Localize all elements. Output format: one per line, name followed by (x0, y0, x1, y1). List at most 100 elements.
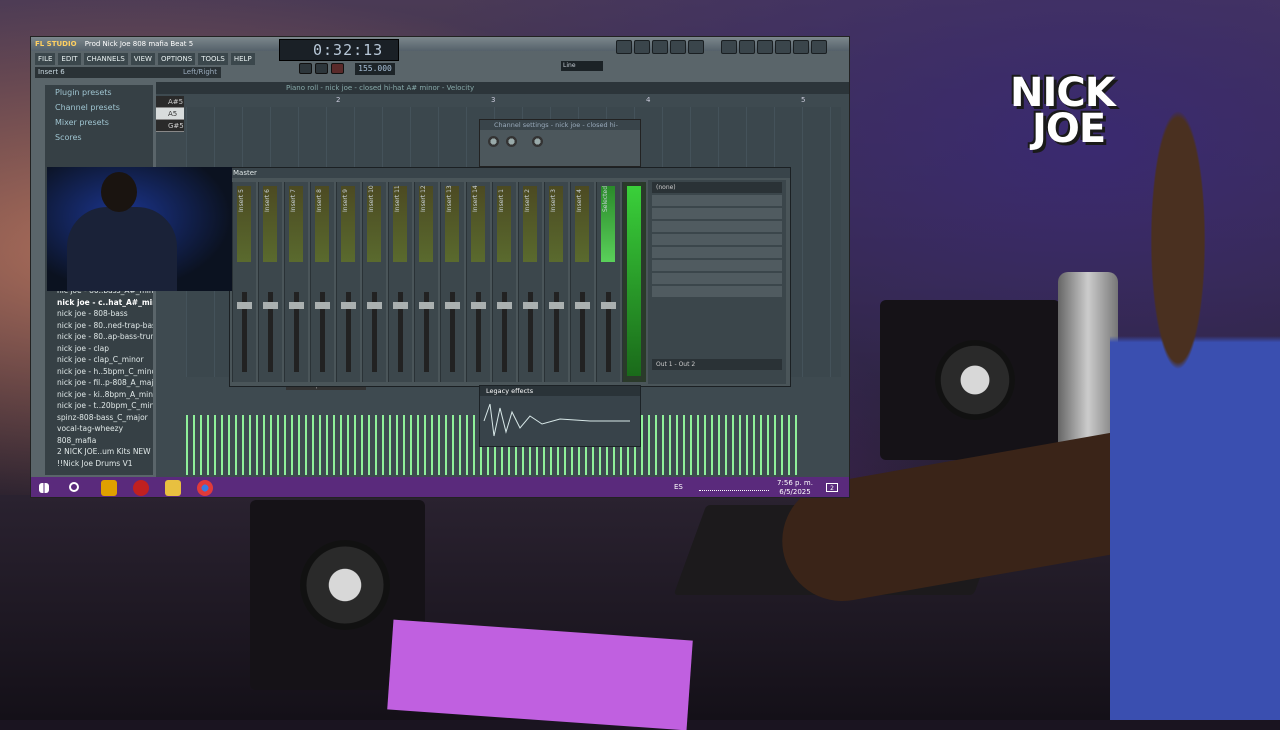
mixer-strip[interactable]: Insert 8 (310, 182, 334, 382)
snap-select[interactable]: Line (561, 61, 603, 71)
menu-help[interactable]: HELP (230, 53, 255, 65)
browser-file[interactable]: nick joe - clap_C_minor (45, 354, 153, 366)
mixer-strip[interactable]: Insert 3 (544, 182, 568, 382)
browser-file[interactable]: nick joe - t..20bpm_C_minor (45, 400, 153, 412)
webcam-overlay (47, 167, 232, 291)
folder-scores[interactable]: Scores (45, 130, 153, 145)
browser-file[interactable]: nick joe - h..5bpm_C_minor (45, 366, 153, 378)
clock-date: 6/5/2025 (779, 488, 811, 496)
browser-file[interactable]: vocal-tag-wheezy (45, 423, 153, 435)
mixer-icon[interactable] (670, 40, 686, 54)
channel-logo: NICK JOE (1010, 64, 1160, 164)
browser-file[interactable]: nick joe - fil..p-808_A_major (45, 377, 153, 389)
mixer-strip[interactable]: Insert 1 (492, 182, 516, 382)
cpu-icon[interactable] (793, 40, 809, 54)
fx-slot[interactable] (652, 234, 782, 245)
mixer-strip[interactable]: Insert 12 (414, 182, 438, 382)
mixer-strip[interactable]: Insert 4 (570, 182, 594, 382)
menu-options[interactable]: OPTIONS (157, 53, 196, 65)
undo-icon[interactable] (721, 40, 737, 54)
mixer-strip[interactable]: Insert 5 (232, 182, 256, 382)
mixer-title[interactable]: Master (230, 168, 790, 178)
mixer-strip[interactable]: Insert 6 (258, 182, 282, 382)
mixer-strip[interactable]: Insert 11 (388, 182, 412, 382)
browser-file[interactable]: nick joe - ki..8bpm_A_minor (45, 389, 153, 401)
fx-preset-select[interactable]: (none) (652, 182, 782, 193)
pitch-knob[interactable] (532, 136, 543, 147)
windows-taskbar: ES 7:56 p. m. 6/5/2025 2 (31, 477, 849, 497)
menu-channels[interactable]: CHANNELS (83, 53, 128, 65)
save-icon[interactable] (739, 40, 755, 54)
song-time[interactable]: 0:32:13 (313, 41, 383, 59)
tempo-display[interactable]: 155.000 (355, 63, 395, 75)
browser-file[interactable]: nick joe - clap (45, 343, 153, 355)
ruler-bar-3: 3 (491, 96, 496, 104)
mixer-strip-selected[interactable]: Selected (596, 182, 620, 382)
record-button[interactable] (331, 63, 344, 74)
clock[interactable]: 7:56 p. m. 6/5/2025 (775, 479, 815, 497)
fl-studio-taskbar-icon[interactable] (101, 480, 117, 496)
play-button[interactable] (299, 63, 312, 74)
fx-slot[interactable] (652, 273, 782, 284)
search-icon[interactable] (69, 482, 79, 492)
mixer-strip[interactable]: Insert 9 (336, 182, 360, 382)
legacy-effects-window[interactable]: Legacy effects (479, 385, 641, 447)
start-icon[interactable] (39, 483, 49, 493)
mixer-strip[interactable]: Insert 13 (440, 182, 464, 382)
key-g-sharp-5[interactable]: G#5 (156, 120, 184, 132)
volume-knob[interactable] (488, 136, 499, 147)
app-taskbar-icon[interactable] (133, 480, 149, 496)
key-a-5[interactable]: A5 (156, 108, 184, 120)
menu-file[interactable]: FILE (35, 53, 56, 65)
browser-folder[interactable]: !!Nick Joe Drums V1 (45, 458, 153, 470)
notifications-button[interactable]: 2 (826, 483, 838, 492)
pan-knob[interactable] (506, 136, 517, 147)
key-a-sharp-5[interactable]: A#5 (156, 96, 184, 108)
mixer-strip[interactable]: Insert 14 (466, 182, 490, 382)
folder-channel-presets[interactable]: Channel presets (45, 100, 153, 115)
language-indicator[interactable]: ES (674, 483, 683, 492)
menu-view[interactable]: VIEW (130, 53, 155, 65)
file-explorer-icon[interactable] (165, 480, 181, 496)
channel-rack-icon[interactable] (652, 40, 668, 54)
browser-file[interactable]: nick joe - 808-bass (45, 308, 153, 320)
fx-slot[interactable] (652, 247, 782, 258)
mixer-window[interactable]: Master Insert 5 Insert 6 Insert 7 Insert… (229, 167, 791, 387)
export-icon[interactable] (757, 40, 773, 54)
folder-mixer-presets[interactable]: Mixer presets (45, 115, 153, 130)
browser-file-selected[interactable]: nick joe - c..hat_A#_minor (45, 297, 153, 309)
browser-folder[interactable]: 2 NICK JOE..um Kits NEW (45, 446, 153, 458)
channel-settings-title[interactable]: Channel settings - nick joe - closed hi- (480, 120, 640, 130)
stop-button[interactable] (315, 63, 328, 74)
fx-slot[interactable] (652, 260, 782, 271)
person (1110, 80, 1280, 720)
fx-slot[interactable] (652, 221, 782, 232)
fl-studio-window[interactable]: FL STUDIO Prod Nick Joe 808 mafia Beat 5… (30, 36, 850, 498)
fx-slot[interactable] (652, 208, 782, 219)
mixer-strip[interactable]: Insert 7 (284, 182, 308, 382)
timeline-ruler[interactable]: 2 3 4 5 (186, 96, 841, 106)
legacy-effects-title[interactable]: Legacy effects (480, 386, 640, 396)
playlist-icon[interactable] (616, 40, 632, 54)
mixer-strip[interactable]: Insert 10 (362, 182, 386, 382)
folder-plugin-presets[interactable]: Plugin presets (45, 85, 153, 100)
menu-edit[interactable]: EDIT (58, 53, 81, 65)
browser-file[interactable]: spinz-808-bass_C_major (45, 412, 153, 424)
mixer-strip[interactable]: Insert 2 (518, 182, 542, 382)
fx-slot[interactable] (652, 195, 782, 206)
chrome-icon[interactable] (197, 480, 213, 496)
menu-tools[interactable]: TOOLS (198, 53, 228, 65)
browser-file[interactable]: nick joe - 80..ap-bass-trunk (45, 331, 153, 343)
fx-output-select[interactable]: Out 1 - Out 2 (652, 359, 782, 370)
browser-icon[interactable] (688, 40, 704, 54)
waveform (483, 403, 630, 437)
browser-folder[interactable]: 808_mafia (45, 435, 153, 447)
fx-slot[interactable] (652, 286, 782, 297)
piano-roll-icon[interactable] (634, 40, 650, 54)
channel-settings-window[interactable]: Channel settings - nick joe - closed hi- (479, 119, 641, 167)
tray-icons[interactable] (699, 483, 769, 491)
render-icon[interactable] (775, 40, 791, 54)
browser-file[interactable]: nick joe - 80..ned-trap-bass (45, 320, 153, 332)
help-icon[interactable] (811, 40, 827, 54)
piano-roll-title[interactable]: Piano roll - nick joe - closed hi-hat A#… (156, 82, 849, 94)
